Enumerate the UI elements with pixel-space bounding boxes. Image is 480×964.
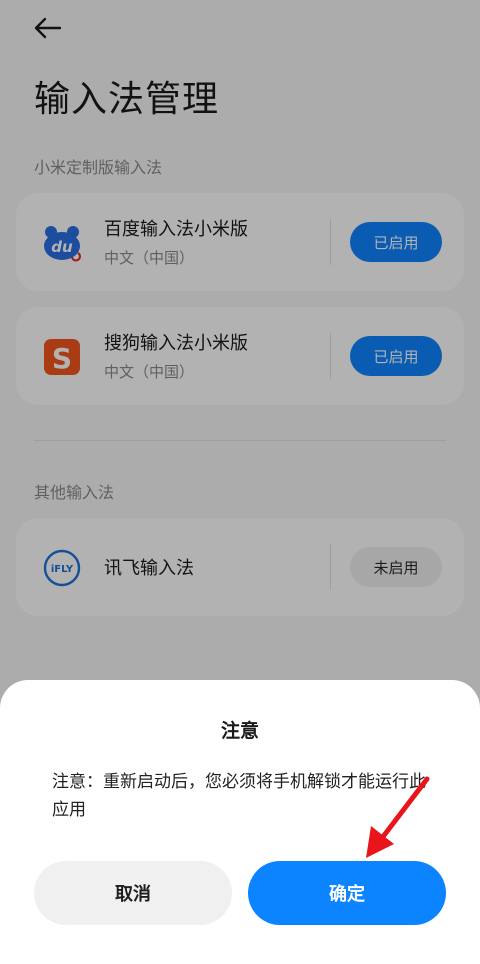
restart-notice-dialog: 注意 注意：重新启动后，您必须将手机解锁才能运行此应用 取消 确定 bbox=[0, 680, 480, 964]
confirm-button[interactable]: 确定 bbox=[248, 861, 446, 925]
dialog-message: 注意：重新启动后，您必须将手机解锁才能运行此应用 bbox=[52, 772, 426, 820]
dialog-title: 注意 bbox=[220, 720, 259, 742]
cancel-button[interactable]: 取消 bbox=[34, 861, 232, 925]
